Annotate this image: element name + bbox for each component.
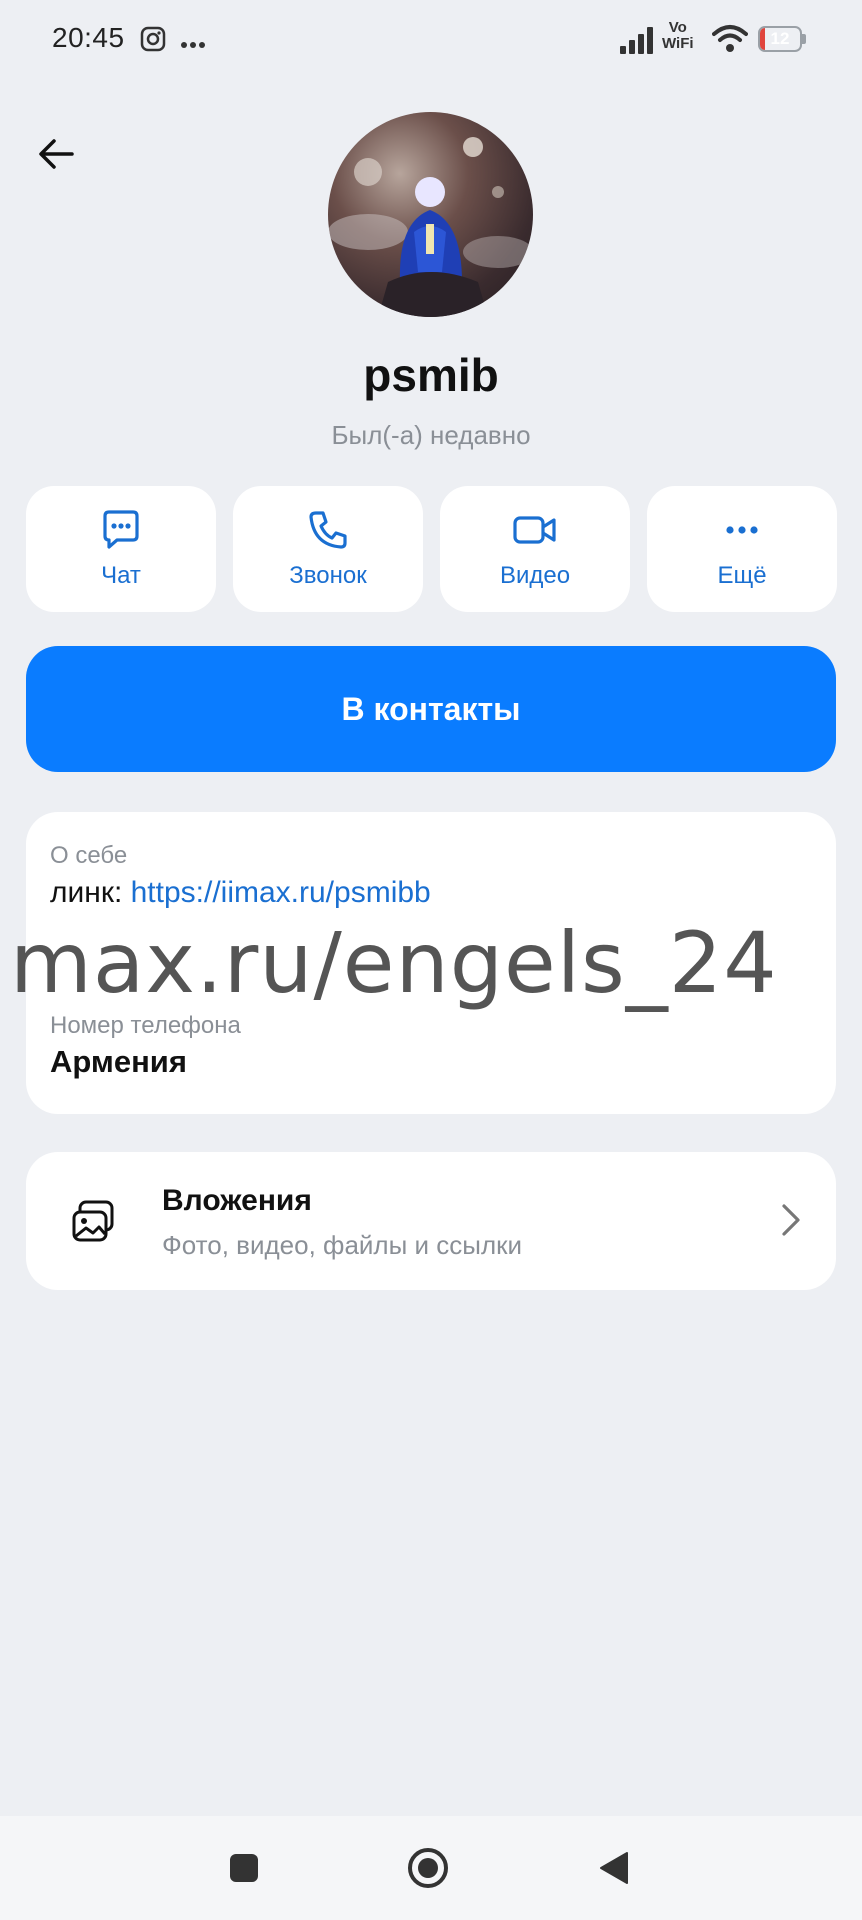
gallery-icon	[72, 1200, 114, 1242]
phone-value[interactable]: Армения	[50, 1044, 187, 1080]
about-link[interactable]: https://iimax.ru/psmibb	[131, 876, 431, 909]
avatar[interactable]	[328, 112, 533, 317]
instagram-icon	[140, 26, 166, 57]
more-dots-icon	[180, 36, 206, 54]
status-time: 20:45	[52, 22, 125, 53]
back-triangle-icon	[600, 1852, 628, 1884]
chat-icon	[103, 510, 139, 549]
attachments-title: Вложения	[162, 1184, 312, 1217]
vowifi-icon: Vo WiFi	[662, 20, 694, 52]
back-button[interactable]	[30, 128, 82, 180]
back-nav-button[interactable]	[588, 1842, 640, 1894]
recents-button[interactable]	[218, 1842, 270, 1894]
about-prefix: линк:	[50, 876, 131, 909]
more-button[interactable]: Ещё	[647, 486, 837, 612]
video-icon	[513, 516, 556, 544]
profile-username: psmib	[363, 349, 499, 401]
battery-icon: 12	[758, 26, 802, 52]
home-button[interactable]	[402, 1842, 454, 1894]
chat-button-label: Чат	[101, 562, 141, 589]
more-button-label: Ещё	[717, 562, 767, 589]
phone-icon	[309, 511, 347, 549]
attachments-row[interactable]: Вложения Фото, видео, файлы и ссылки	[26, 1152, 836, 1290]
battery-level: 12	[770, 29, 790, 48]
home-circle-icon	[408, 1848, 448, 1888]
add-to-contacts-button[interactable]: В контакты	[26, 646, 836, 772]
chat-button[interactable]: Чат	[26, 486, 216, 612]
about-label: О себе	[50, 842, 128, 869]
status-bar: 20:45 Vo WiFi 12	[0, 0, 862, 80]
phone-label: Номер телефона	[50, 1012, 241, 1039]
arrow-left-icon	[39, 139, 74, 169]
system-nav-bar	[0, 1816, 862, 1920]
video-button-label: Видео	[499, 562, 571, 589]
add-to-contacts-label: В контакты	[341, 690, 521, 727]
more-icon	[726, 526, 758, 534]
vowifi-top-label: Vo	[668, 19, 687, 36]
chevron-right-icon	[782, 1204, 800, 1236]
battery-tip	[802, 34, 806, 44]
attachments-subtitle: Фото, видео, файлы и ссылки	[162, 1230, 523, 1260]
recents-square-icon	[230, 1854, 258, 1882]
watermark-text: max.ru/engels_24	[10, 914, 778, 1012]
video-button[interactable]: Видео	[440, 486, 630, 612]
signal-icon	[620, 26, 654, 59]
call-button[interactable]: Звонок	[233, 486, 423, 612]
call-button-label: Звонок	[289, 562, 367, 589]
avatar-photo	[328, 137, 533, 317]
last-seen-status: Был(-а) недавно	[331, 420, 531, 450]
about-text: линк: https://iimax.ru/psmibb	[50, 876, 431, 910]
vowifi-bottom-label: WiFi	[662, 35, 694, 52]
wifi-icon	[712, 24, 748, 59]
